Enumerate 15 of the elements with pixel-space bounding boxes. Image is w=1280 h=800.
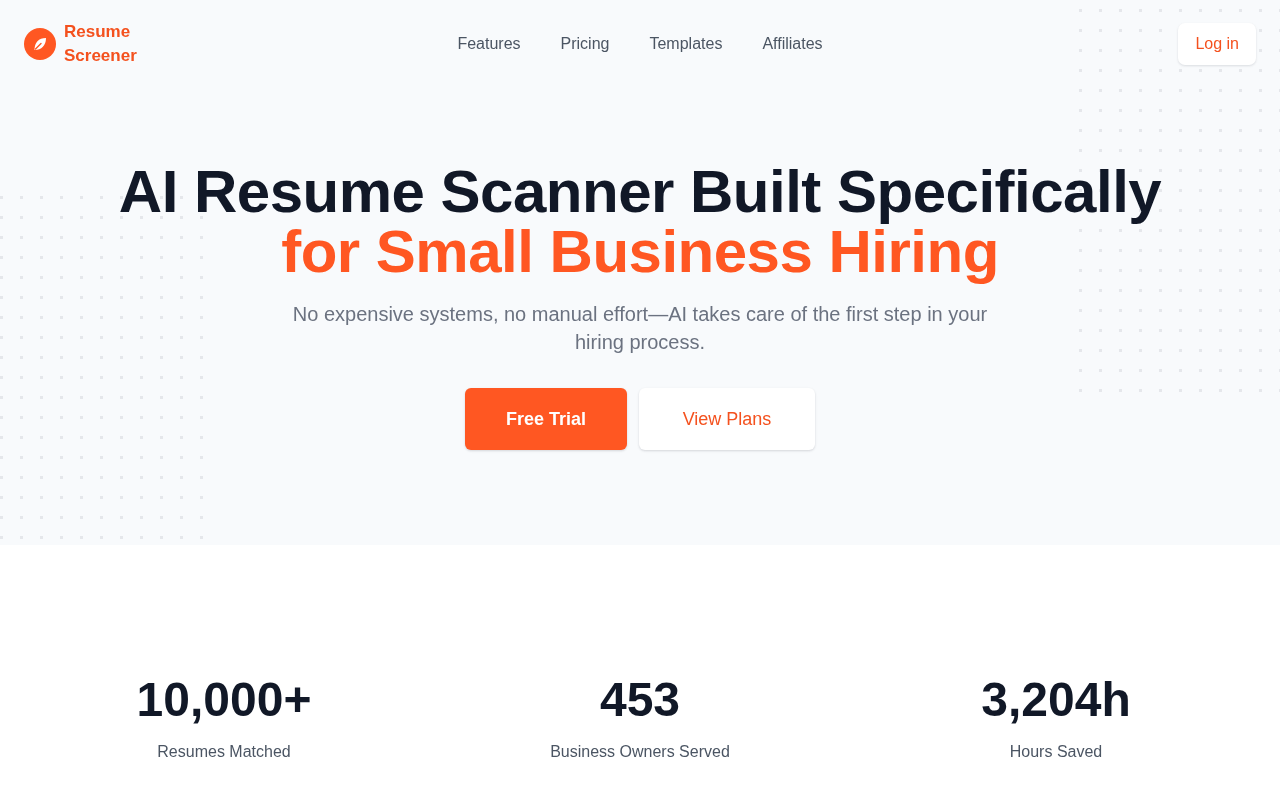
hero-heading: AI Resume Scanner Built Specifically xyxy=(118,162,1162,222)
stat-label: Hours Saved xyxy=(1009,742,1103,762)
nav-link[interactable]: Features xyxy=(457,32,521,56)
nav-link[interactable]: Templates xyxy=(649,32,723,56)
nav-link[interactable]: Affiliates xyxy=(762,32,823,56)
hero-subtitle: No expensive systems, no manual effort—AI takes care of the first step in your hiring process. xyxy=(291,302,989,355)
login-button[interactable]: Log in xyxy=(1178,23,1256,65)
nav-link[interactable]: Pricing xyxy=(560,32,610,56)
stat-value: 453 xyxy=(599,676,681,724)
leaf-logo-icon xyxy=(24,28,56,60)
stat-value: 3,204h xyxy=(981,676,1131,724)
stat-value: 10,000+ xyxy=(136,676,312,724)
view-plans-button[interactable]: View Plans xyxy=(639,388,815,450)
stat-label: Business Owners Served xyxy=(550,742,730,762)
stat-label: Resumes Matched xyxy=(157,742,291,762)
